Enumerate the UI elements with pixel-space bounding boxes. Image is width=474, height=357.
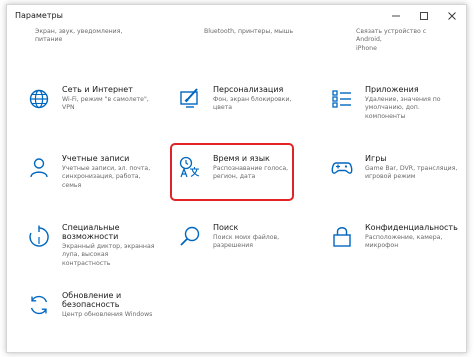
person-icon (30, 158, 48, 178)
lock-icon (333, 227, 351, 247)
tile-search[interactable]: Поиск Поиск моих файлов, разрешения (167, 222, 307, 270)
tile-privacy-name: Конфиденциальность (365, 223, 458, 232)
tile-update-name: Обновление и безопасность (62, 291, 122, 309)
tile-gaming-description: Game Bar, DVR, трансляция, игровой режим (365, 165, 458, 181)
close-icon (448, 12, 456, 20)
minimize-button[interactable] (382, 5, 410, 27)
tile-accounts-name: Учетные записи (62, 154, 130, 163)
title-bar: Параметры (7, 5, 466, 27)
close-button[interactable] (438, 5, 466, 27)
apps-list-icon (332, 90, 351, 108)
tile-accessibility-name: Специальные возможности (62, 223, 120, 241)
highlight-frame (170, 143, 294, 201)
tile-search-description: Поиск моих файлов, разрешения (213, 234, 280, 250)
tile-network[interactable]: Сеть и Интернет Wi-Fi, режим "в самолете… (16, 84, 156, 132)
tile-gaming-name: Игры (365, 154, 387, 163)
phone-description[interactable]: Связать устройство с Android, iPhone (356, 28, 454, 53)
tile-privacy[interactable]: Конфиденциальность Расположение, камера,… (319, 222, 459, 270)
tile-search-name: Поиск (213, 223, 239, 232)
settings-content: Экран, звук, уведомления, питание Blueto… (7, 27, 466, 352)
tile-accessibility[interactable]: Специальные возможности Экранный диктор,… (16, 222, 156, 270)
tile-personalization-name: Персонализация (213, 85, 284, 94)
tile-privacy-description: Расположение, камера, микрофон (365, 234, 443, 250)
accessibility-icon (29, 225, 49, 247)
tile-update[interactable]: Обновление и безопасность Центр обновлен… (16, 290, 156, 338)
tile-update-description: Центр обновления Windows (62, 311, 153, 318)
search-icon (180, 226, 200, 246)
devices-description[interactable]: Bluetooth, принтеры, мышь (204, 28, 302, 36)
tile-personalization-description: Фон, экран блокировки, цвета (213, 96, 292, 112)
maximize-button[interactable] (410, 5, 438, 27)
tile-apps[interactable]: Приложения Удаление, значения по умолчан… (319, 84, 459, 132)
tile-personalization[interactable]: Персонализация Фон, экран блокировки, цв… (167, 84, 307, 132)
tile-gaming[interactable]: Игры Game Bar, DVR, трансляция, игровой … (319, 153, 459, 201)
tile-network-name: Сеть и Интернет (62, 85, 133, 94)
system-description[interactable]: Экран, звук, уведомления, питание (35, 28, 133, 45)
tile-accounts-description: Учетные записи, эл. почта, синхронизация… (62, 165, 151, 189)
tile-apps-name: Приложения (365, 85, 419, 94)
tile-accessibility-description: Экранный диктор, экранная лупа, высокая … (62, 243, 155, 267)
update-arrows-icon (30, 295, 48, 315)
maximize-icon (420, 12, 428, 20)
settings-window: Параметры Экран, звук, уведомления, пита… (6, 4, 467, 353)
gamepad-icon (331, 162, 353, 174)
window-title: Параметры (15, 11, 63, 20)
tile-apps-description: Удаление, значения по умолчанию, доп. ко… (365, 96, 441, 120)
tile-network-description: Wi-Fi, режим "в самолете", VPN (62, 96, 149, 112)
tile-accounts[interactable]: Учетные записи Учетные записи, эл. почта… (16, 153, 156, 201)
minimize-icon (392, 15, 400, 17)
globe-icon (29, 89, 49, 109)
paintbrush-icon (180, 88, 198, 108)
